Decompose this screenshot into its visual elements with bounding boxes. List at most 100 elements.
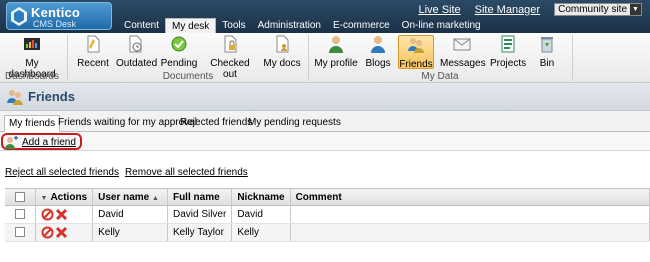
reject-selected-link[interactable]: Reject all selected friends [5,167,119,178]
friends-button[interactable]: Friends [398,35,434,70]
row-checkbox[interactable] [14,209,25,220]
fullname-cell: David Silver [167,205,233,224]
tab-content[interactable]: Content [118,18,165,33]
username-cell: David [92,205,168,224]
tab-my-pending-requests[interactable]: My pending requests [244,115,345,132]
row-select-cell [5,223,36,242]
grid-header-row: ▼ Actions User name ▲ Full name Nickname … [5,188,650,206]
live-site-link[interactable]: Live Site [418,4,460,16]
projects-button[interactable]: Projects [490,35,526,69]
tab-tools[interactable]: Tools [216,18,251,33]
row-select-cell [5,205,36,224]
checked-out-button[interactable]: Checked out [204,35,256,80]
comment-cell [290,223,650,242]
friends-icon [408,38,424,53]
tab-administration[interactable]: Administration [252,18,327,33]
recent-button[interactable]: Recent [76,35,110,69]
my-docs-label: My docs [263,58,301,69]
nickname-header[interactable]: Nickname [231,188,291,206]
add-friend-label: Add a friend [22,136,76,148]
ribbon-separator [572,35,573,81]
my-docs-icon [276,35,289,53]
actions-header[interactable]: ▼ Actions [35,188,94,206]
tab-online-marketing[interactable]: On-line marketing [396,18,487,33]
nickname-cell: Kelly [231,223,291,242]
ribbon-toolbar: My dashboard Dashboards Recent Outdated … [0,33,650,83]
add-friend-button[interactable]: Add a friend [1,133,82,150]
outdated-button[interactable]: Outdated [116,35,158,69]
friends-subtabs: My friends Friends waiting for my approv… [0,111,650,132]
row-actions [35,205,94,224]
documents-group-label: Documents [162,71,214,82]
friends-grid: ▼ Actions User name ▲ Full name Nickname … [5,188,650,242]
projects-icon [501,35,515,53]
sort-ascending-icon: ▲ [152,194,159,202]
fullname-header-label: Full name [172,191,220,203]
reject-icon[interactable] [41,208,54,221]
tab-my-friends[interactable]: My friends [4,115,61,132]
main-tabs: Content My desk Tools Administration E-c… [118,18,487,33]
page-title: Friends [28,89,75,104]
pending-icon [171,36,187,52]
remove-icon[interactable] [55,208,68,221]
bin-label: Bin [539,58,555,69]
page-title-bar: Friends [0,83,650,111]
header-actions: Add a friend [0,132,650,151]
row-actions [35,223,94,242]
tab-my-desk[interactable]: My desk [165,18,217,33]
username-header-label: User name [98,191,150,203]
blogs-label: Blogs [365,58,391,69]
remove-icon[interactable] [55,226,68,239]
blogs-button[interactable]: Blogs [364,35,392,69]
dashboards-group-label: Dashboards [5,71,59,82]
nickname-cell: David [231,205,291,224]
username-header[interactable]: User name ▲ [92,188,168,206]
my-profile-label: My profile [314,58,358,69]
select-all-checkbox[interactable] [14,191,25,202]
site-selector[interactable]: Community site ▼ [554,3,642,16]
recycle-bin-icon [541,37,553,53]
projects-label: Projects [490,58,527,69]
friends-icon [7,90,23,105]
profile-icon [329,36,343,53]
reject-icon[interactable] [41,226,54,239]
fullname-cell: Kelly Taylor [167,223,233,242]
site-manager-link[interactable]: Site Manager [475,4,540,16]
my-dashboard-button[interactable]: My dashboard [2,35,62,80]
tab-e-commerce[interactable]: E-commerce [327,18,396,33]
add-friend-icon [5,135,18,149]
remove-selected-link[interactable]: Remove all selected friends [125,167,248,178]
ribbon-separator [67,35,68,81]
outdated-label: Outdated [116,58,158,69]
dashboard-icon [24,38,40,50]
comment-header[interactable]: Comment [290,188,650,206]
blogs-icon [371,36,385,53]
friends-label: Friends [399,59,433,70]
checked-out-document-icon [224,35,237,53]
logo-subtitle: CMS Desk [33,19,77,29]
bin-button[interactable]: Bin [532,35,562,69]
bulk-actions: Reject all selected friends Remove all s… [5,167,248,178]
my-profile-button[interactable]: My profile [314,35,358,69]
nickname-header-label: Nickname [237,191,285,203]
fullname-header[interactable]: Full name [167,188,233,206]
row-checkbox[interactable] [14,227,25,238]
recent-document-icon [87,35,100,53]
pending-label: Pending [160,58,198,69]
messages-label: Messages [440,58,486,69]
messages-button[interactable]: Messages [440,35,486,69]
actions-header-label: Actions [50,191,88,203]
comment-cell [290,205,650,224]
comment-header-label: Comment [295,191,342,203]
top-links: Live Site Site Manager Community site ▼ [418,3,642,16]
my-data-group-label: My Data [421,71,459,82]
my-docs-button[interactable]: My docs [262,35,302,69]
site-selector-value: Community site [558,4,627,15]
username-cell: Kelly [92,223,168,242]
recent-label: Recent [77,58,109,69]
kentico-logo[interactable]: Kentico CMS Desk [6,2,112,30]
pending-button[interactable]: Pending [160,35,198,69]
app-header: Kentico CMS Desk Live Site Site Manager … [0,0,650,33]
chevron-down-icon: ▼ [40,194,48,202]
chevron-down-icon[interactable]: ▼ [630,4,641,15]
